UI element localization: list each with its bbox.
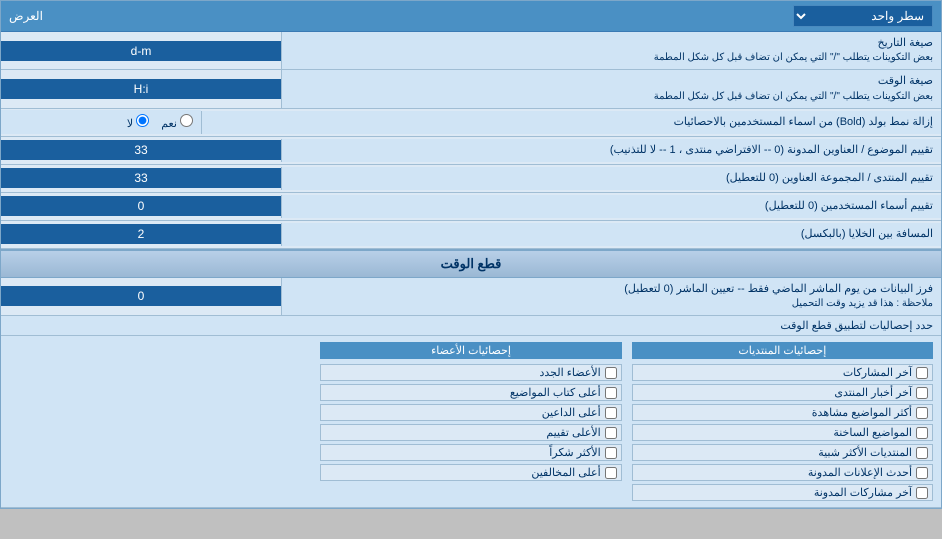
checkbox-top-inviters[interactable] xyxy=(605,407,617,419)
checkbox-last-posts[interactable] xyxy=(916,367,928,379)
checkbox-label: آخر أخبار المنتدى xyxy=(834,386,912,399)
bold-no-label[interactable]: لا xyxy=(127,114,149,130)
user-trim-input[interactable] xyxy=(7,199,275,213)
date-format-input[interactable] xyxy=(7,44,275,58)
checkbox-label: الأعضاء الجدد xyxy=(539,366,600,379)
cell-spacing-input-cell xyxy=(1,224,281,244)
list-item: آخر أخبار المنتدى xyxy=(632,384,933,401)
topic-order-input-cell xyxy=(1,140,281,160)
bold-yes-label[interactable]: نعم xyxy=(161,114,193,130)
time-format-row: صيغة الوقت بعض التكوينات يتطلب "/" التي … xyxy=(1,70,941,108)
cell-spacing-label: المسافة بين الخلايا (بالبكسل) xyxy=(281,223,941,246)
checkbox-last-news[interactable] xyxy=(916,387,928,399)
stats-limit-row: حدد إحصاليات لتطبيق قطع الوقت xyxy=(1,316,941,336)
checkboxes-grid: إحصائيات المنتديات آخر المشاركات آخر أخب… xyxy=(9,342,933,501)
members-stats-header: إحصائيات الأعضاء xyxy=(320,342,621,359)
topic-order-label: تقييم الموضوع / العناوين المدونة (0 -- ا… xyxy=(281,139,941,162)
list-item: الأعضاء الجدد xyxy=(320,364,621,381)
checkbox-label: أعلى المخالفين xyxy=(531,466,600,479)
checkbox-label: أعلى الداعين xyxy=(542,406,601,419)
user-trim-label: تقييم أسماء المستخدمين (0 للتعطيل) xyxy=(281,195,941,218)
checkbox-similar-forums[interactable] xyxy=(916,447,928,459)
forum-order-input-cell xyxy=(1,168,281,188)
checkbox-label: أكثر المواضيع مشاهدة xyxy=(812,406,912,419)
list-item: أعلى المخالفين xyxy=(320,464,621,481)
list-item: آخر المشاركات xyxy=(632,364,933,381)
bold-yes-radio[interactable] xyxy=(180,114,193,127)
checkbox-label: آخر مشاركات المدونة xyxy=(814,486,912,499)
filter-label: فرز البيانات من يوم الماشر الماضي فقط --… xyxy=(281,278,941,315)
filter-row: فرز البيانات من يوم الماشر الماضي فقط --… xyxy=(1,278,941,316)
checkbox-label: المنتديات الأكثر شبية xyxy=(818,446,912,459)
checkbox-label: الأكثر شكراً xyxy=(549,446,600,459)
cell-spacing-input[interactable] xyxy=(7,227,275,241)
user-trim-row: تقييم أسماء المستخدمين (0 للتعطيل) xyxy=(1,193,941,221)
time-format-input[interactable] xyxy=(7,82,275,96)
forums-stats-column: إحصائيات المنتديات آخر المشاركات آخر أخب… xyxy=(632,342,933,501)
time-format-input-cell xyxy=(1,79,281,99)
checkbox-top-rated[interactable] xyxy=(605,427,617,439)
checkbox-most-viewed[interactable] xyxy=(916,407,928,419)
list-item: أحدث الإعلانات المدونة xyxy=(632,464,933,481)
checkbox-latest-ads[interactable] xyxy=(916,467,928,479)
display-label: العرض xyxy=(9,9,43,23)
list-item: الأكثر شكراً xyxy=(320,444,621,461)
date-format-row: صيغة التاريخ بعض التكوينات يتطلب "/" الت… xyxy=(1,32,941,70)
date-format-input-cell xyxy=(1,41,281,61)
list-item: أعلى الداعين xyxy=(320,404,621,421)
realtime-section-header: قطع الوقت xyxy=(1,249,941,278)
list-item: المنتديات الأكثر شبية xyxy=(632,444,933,461)
filter-input[interactable] xyxy=(7,289,275,303)
filter-input-cell xyxy=(1,286,281,306)
checkbox-new-members[interactable] xyxy=(605,367,617,379)
list-item: آخر مشاركات المدونة xyxy=(632,484,933,501)
date-format-label: صيغة التاريخ بعض التكوينات يتطلب "/" الت… xyxy=(281,32,941,69)
checkboxes-section: إحصائيات المنتديات آخر المشاركات آخر أخب… xyxy=(1,336,941,508)
checkbox-label: المواضيع الساخنة xyxy=(833,426,912,439)
checkbox-label: أحدث الإعلانات المدونة xyxy=(808,466,912,479)
bold-remove-row: إزالة نمط بولد (Bold) من اسماء المستخدمي… xyxy=(1,109,941,137)
checkbox-top-writers[interactable] xyxy=(605,387,617,399)
display-row: سطر واحد سطران ثلاثة أسطر العرض xyxy=(1,1,941,32)
forum-order-row: تقييم المنتدى / المجموعة العناوين (0 للت… xyxy=(1,165,941,193)
list-item: الأعلى تقييم xyxy=(320,424,621,441)
main-container: سطر واحد سطران ثلاثة أسطر العرض صيغة الت… xyxy=(0,0,942,509)
checkbox-hot-topics[interactable] xyxy=(916,427,928,439)
forums-stats-header: إحصائيات المنتديات xyxy=(632,342,933,359)
checkbox-label: الأعلى تقييم xyxy=(546,426,600,439)
cell-spacing-row: المسافة بين الخلايا (بالبكسل) xyxy=(1,221,941,249)
checkbox-most-thanks[interactable] xyxy=(605,447,617,459)
bold-no-radio[interactable] xyxy=(136,114,149,127)
forum-order-label: تقييم المنتدى / المجموعة العناوين (0 للت… xyxy=(281,167,941,190)
bold-remove-label: إزالة نمط بولد (Bold) من اسماء المستخدمي… xyxy=(201,111,941,134)
forum-order-input[interactable] xyxy=(7,171,275,185)
time-format-label: صيغة الوقت بعض التكوينات يتطلب "/" التي … xyxy=(281,70,941,107)
list-item: أعلى كتاب المواضيع xyxy=(320,384,621,401)
checkbox-last-blog-posts[interactable] xyxy=(916,487,928,499)
user-trim-input-cell xyxy=(1,196,281,216)
empty-column xyxy=(9,342,310,501)
list-item: أكثر المواضيع مشاهدة xyxy=(632,404,933,421)
topic-order-input[interactable] xyxy=(7,143,275,157)
checkbox-label: آخر المشاركات xyxy=(843,366,912,379)
display-select[interactable]: سطر واحد سطران ثلاثة أسطر xyxy=(793,5,933,27)
checkbox-label: أعلى كتاب المواضيع xyxy=(510,386,601,399)
checkbox-top-violators[interactable] xyxy=(605,467,617,479)
bold-remove-options: نعم لا xyxy=(1,110,201,134)
topic-order-row: تقييم الموضوع / العناوين المدونة (0 -- ا… xyxy=(1,137,941,165)
list-item: المواضيع الساخنة xyxy=(632,424,933,441)
members-stats-column: إحصائيات الأعضاء الأعضاء الجدد أعلى كتاب… xyxy=(320,342,621,501)
